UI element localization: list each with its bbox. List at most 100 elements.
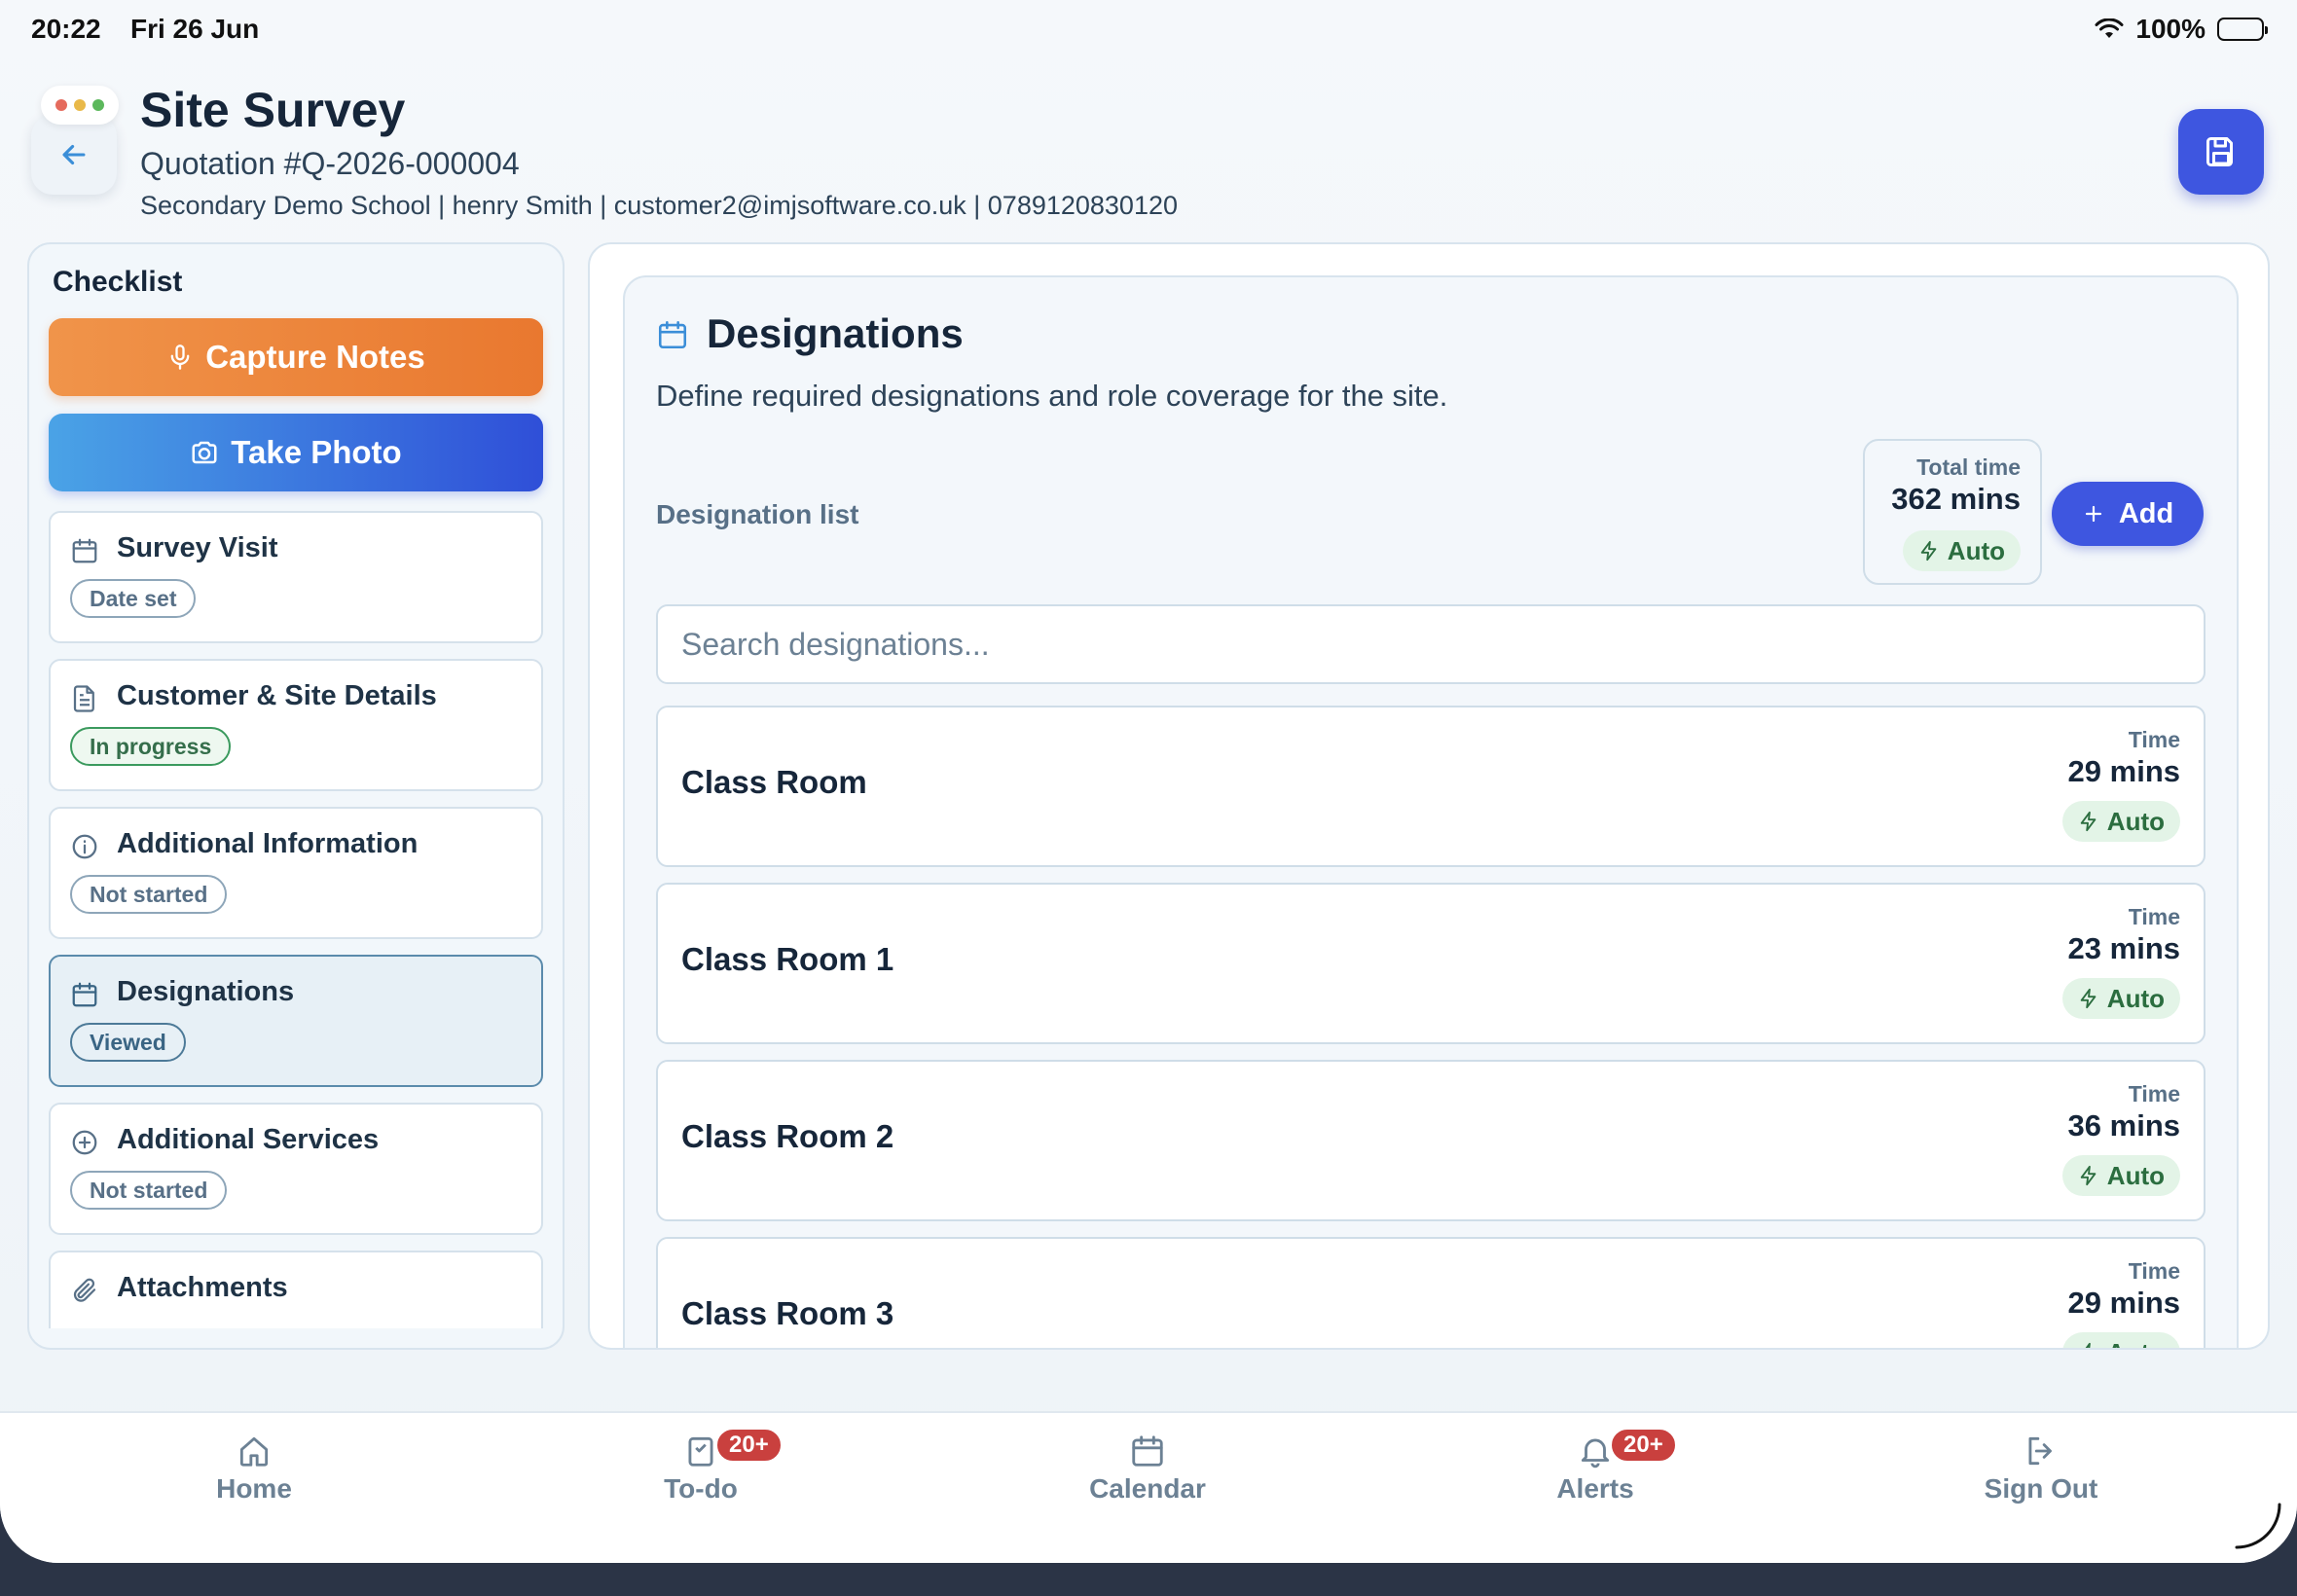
tab-calendar[interactable]: Calendar [1031,1433,1264,1505]
checklist-item-label: Additional Information [117,828,419,859]
time-value: 29 mins [2067,754,2180,788]
designation-row[interactable]: Class Room 1 Time 23 mins Auto [656,883,2206,1044]
auto-label: Auto [1947,535,2005,565]
back-button[interactable] [31,115,117,195]
designation-name: Class Room 3 [681,1295,894,1331]
checklist-item-survey-visit[interactable]: Survey Visit Date set [49,511,543,643]
tab-label: Calendar [1089,1473,1206,1504]
bell-icon [1581,1438,1610,1469]
time-label: Time [2128,1081,2180,1106]
arrow-left-icon [62,144,86,165]
tab-label: Alerts [1556,1473,1634,1504]
take-photo-label: Take Photo [231,434,402,470]
notification-badge: 20+ [1609,1427,1678,1464]
auto-label: Auto [2106,806,2165,836]
calendar-icon [658,320,687,349]
paperclip-icon [73,1278,96,1302]
plus-icon [2085,505,2101,523]
section-title: Designations [707,310,964,356]
designation-list-label: Designation list [656,499,859,529]
time-value: 36 mins [2067,1108,2180,1143]
tab-label: To-do [664,1473,738,1504]
checklist-item-attachments[interactable]: Attachments [49,1251,543,1328]
checklist-item-label: Survey Visit [117,532,278,563]
lightning-icon [2080,811,2096,832]
battery-icon [2217,18,2268,41]
add-label: Add [2118,497,2174,529]
status-right: 100% [2095,14,2268,45]
add-designation-button[interactable]: Add [2052,482,2204,546]
checklist-item-label: Attachments [117,1272,288,1303]
lightning-icon [1920,540,1937,562]
checklist-item-additional-services[interactable]: Additional Services Not started [49,1103,543,1235]
tab-todo[interactable]: 20+ To-do [584,1427,818,1505]
status-badge: Not started [70,875,228,914]
camera-icon [192,441,217,464]
window-dots[interactable] [41,86,119,125]
total-time-box: Total time 362 mins Auto [1863,439,2042,585]
tab-alerts[interactable]: 20+ Alerts [1478,1427,1712,1505]
checklist-item-label: Additional Services [117,1124,380,1155]
info-icon [72,834,97,859]
auto-badge: Auto [2061,1332,2180,1348]
window-dot-green [92,99,104,111]
take-photo-button[interactable]: Take Photo [49,414,543,491]
home-icon [239,1436,269,1467]
time-value: 23 mins [2067,931,2180,965]
notification-badge: 20+ [714,1427,784,1464]
checklist-items: Survey Visit Date set Customer & Site De… [49,511,543,1328]
plus-circle-icon [72,1130,97,1155]
capture-notes-label: Capture Notes [205,339,425,375]
window-dot-red [55,99,67,111]
resize-corner-icon [2235,1503,2281,1549]
microphone-icon [170,345,190,370]
status-badge: Date set [70,579,197,618]
checklist-title: Checklist [53,266,183,298]
sign-out-icon [2028,1436,2052,1466]
page-title: Site Survey [140,83,406,137]
time-label: Time [2128,727,2180,752]
lightning-icon [2080,1165,2096,1186]
document-icon [73,685,94,712]
save-icon [2206,137,2233,166]
checklist-item-customer-site-details[interactable]: Customer & Site Details In progress [49,659,543,791]
designation-name: Class Room 2 [681,1118,894,1154]
tab-home[interactable]: Home [137,1433,371,1505]
battery-percent: 100% [2135,14,2206,44]
designation-row[interactable]: Class Room 2 Time 36 mins Auto [656,1060,2206,1221]
auto-label: Auto [2106,1160,2165,1190]
todo-icon [688,1436,713,1467]
content-panel: Designations Define required designation… [588,242,2270,1350]
checklist-item-label: Designations [117,976,295,1007]
calendar-icon [1132,1435,1163,1467]
capture-notes-button[interactable]: Capture Notes [49,318,543,396]
status-badge: In progress [70,727,232,766]
tab-label: Sign Out [1984,1473,2098,1504]
auto-badge: Auto [2061,1155,2180,1196]
auto-badge: Auto [1902,530,2021,571]
lightning-icon [2080,988,2096,1009]
quotation-number: Quotation #Q-2026-000004 [140,146,520,181]
bottom-tab-bar: Home 20+ To-do Calendar 20+ Alerts Sign … [0,1411,2297,1563]
search-designations-input[interactable] [656,604,2206,684]
calendar-icon [72,538,97,563]
total-time-label: Total time [1916,454,2021,480]
designation-row[interactable]: Class Room 3 Time 29 mins Auto [656,1237,2206,1348]
designation-name: Class Room [681,764,867,800]
checklist-item-designations[interactable]: Designations Viewed [49,955,543,1087]
app-screen: 20:22 Fri 26 Jun 100% Site Survey Quotat… [0,0,2297,1563]
checklist-item-additional-information[interactable]: Additional Information Not started [49,807,543,939]
designation-name: Class Room 1 [681,941,894,977]
wifi-icon [2095,18,2124,38]
designation-row[interactable]: Class Room Time 29 mins Auto [656,706,2206,867]
auto-badge: Auto [2061,978,2180,1019]
status-bar: 20:22 Fri 26 Jun 100% [31,14,2268,49]
customer-contact: Secondary Demo School | henry Smith | cu… [140,191,1178,220]
designations-card: Designations Define required designation… [623,275,2239,1348]
save-button[interactable] [2178,109,2264,195]
calendar-icon [72,982,97,1007]
status-date: Fri 26 Jun [130,14,260,44]
auto-badge: Auto [2061,801,2180,842]
window-dot-yellow [74,99,86,111]
tab-sign-out[interactable]: Sign Out [1924,1433,2158,1505]
